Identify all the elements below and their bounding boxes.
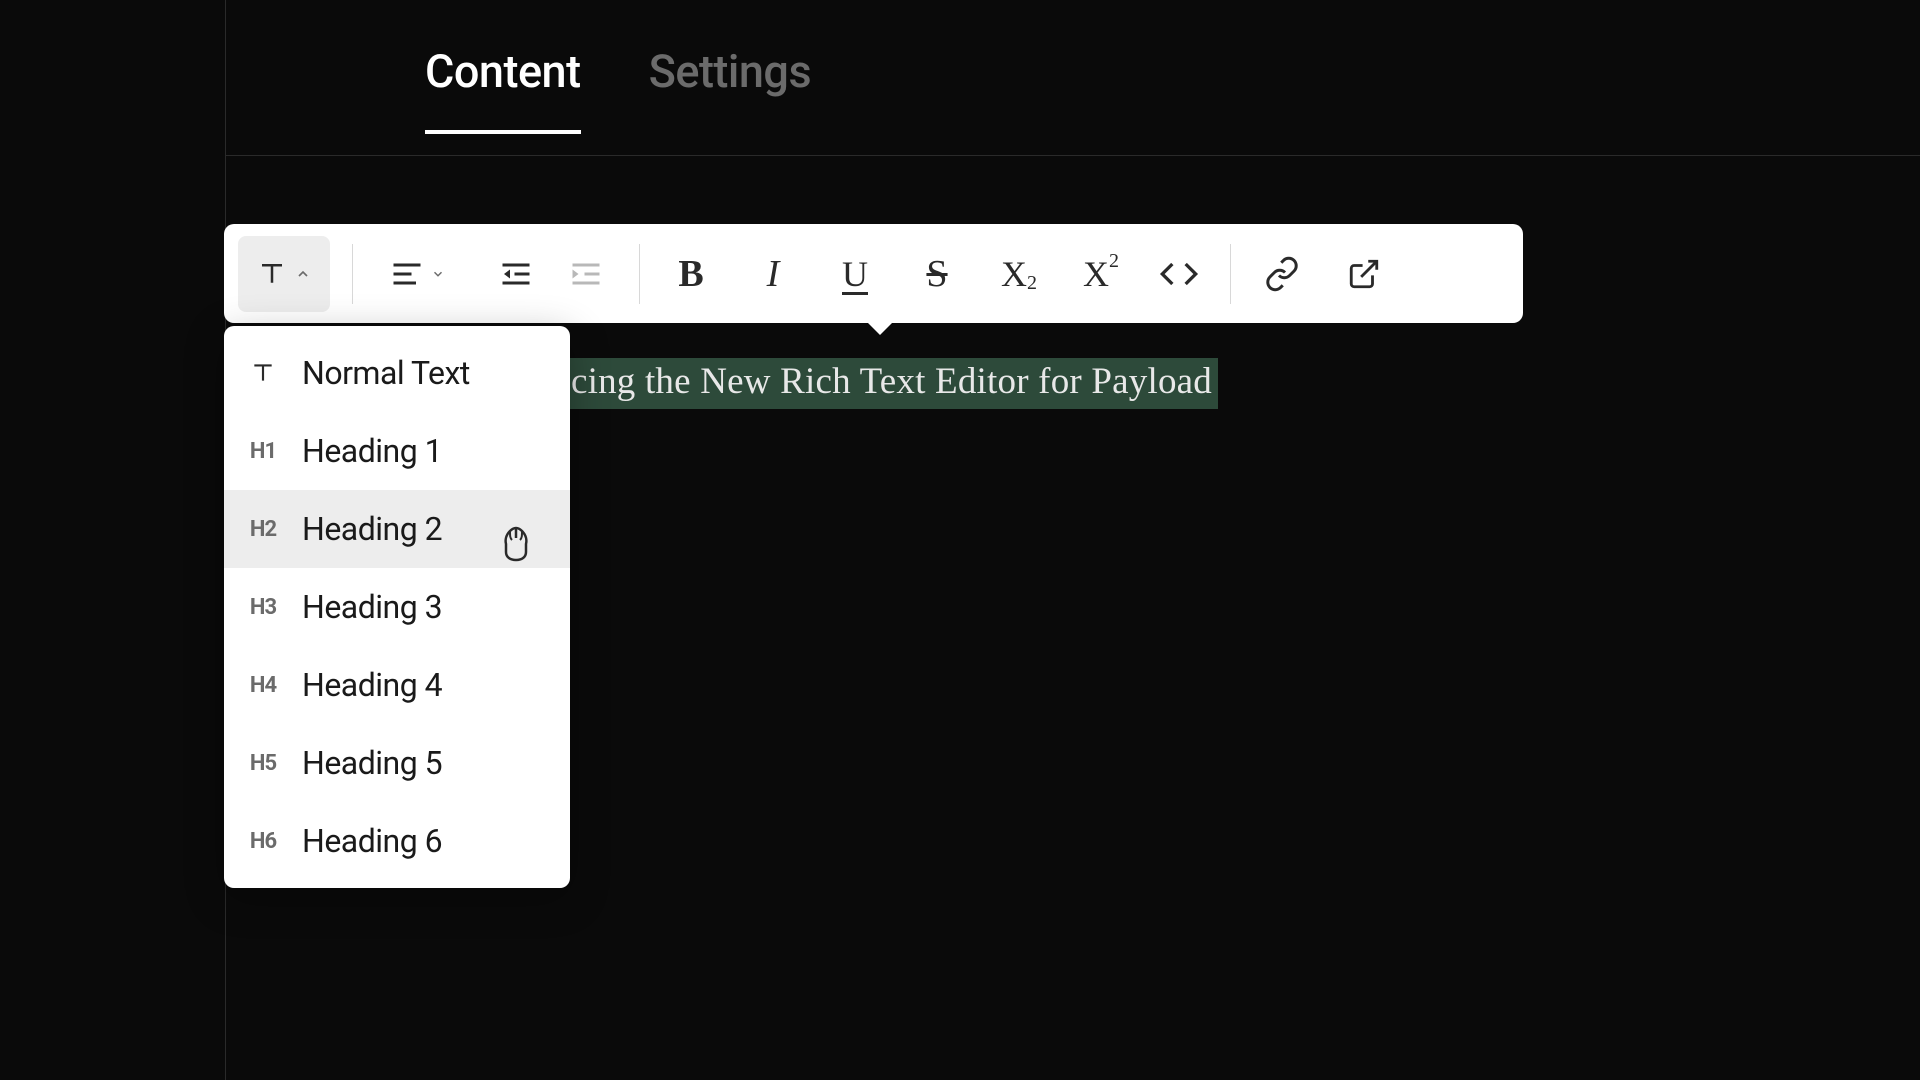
editor-selected-text[interactable]: cing the New Rich Text Editor for Payloa… <box>570 358 1218 409</box>
underline-button[interactable]: U <box>826 236 884 312</box>
chevron-down-icon <box>431 267 445 281</box>
formatting-toolbar: B I U S X2 X2 <box>224 224 1523 323</box>
h2-icon: H2 <box>246 517 280 542</box>
h5-icon: H5 <box>246 751 280 776</box>
outdent-icon <box>498 256 534 292</box>
h6-icon: H6 <box>246 829 280 854</box>
dropdown-item-heading-2[interactable]: H2 Heading 2 <box>224 490 570 568</box>
dropdown-item-label: Heading 2 <box>302 510 442 548</box>
dropdown-item-label: Heading 3 <box>302 588 442 626</box>
text-type-icon <box>257 259 287 289</box>
chevron-up-icon <box>295 266 311 282</box>
italic-button[interactable]: I <box>744 236 802 312</box>
dropdown-item-heading-6[interactable]: H6 Heading 6 <box>224 802 570 880</box>
align-left-icon <box>389 256 425 292</box>
tab-divider <box>225 155 1920 156</box>
superscript-icon: X2 <box>1083 253 1119 295</box>
link-icon <box>1264 256 1300 292</box>
dropdown-item-heading-1[interactable]: H1 Heading 1 <box>224 412 570 490</box>
dropdown-item-label: Heading 6 <box>302 822 442 860</box>
text-type-dropdown: Normal Text H1 Heading 1 H2 Heading 2 H3… <box>224 326 570 888</box>
strikethrough-icon: S <box>926 252 947 296</box>
superscript-button[interactable]: X2 <box>1072 236 1130 312</box>
text-type-dropdown-button[interactable] <box>238 236 330 312</box>
strikethrough-button[interactable]: S <box>908 236 966 312</box>
tab-content[interactable]: Content <box>425 45 581 134</box>
outdent-button[interactable] <box>485 236 547 312</box>
h3-icon: H3 <box>246 595 280 620</box>
underline-icon: U <box>842 253 868 295</box>
dropdown-item-label: Normal Text <box>302 354 470 392</box>
link-button[interactable] <box>1253 236 1311 312</box>
dropdown-item-label: Heading 1 <box>302 432 442 470</box>
toolbar-divider <box>352 244 353 304</box>
text-type-icon <box>246 360 280 386</box>
dropdown-item-label: Heading 4 <box>302 666 442 704</box>
italic-icon: I <box>767 252 780 296</box>
code-icon <box>1159 254 1199 294</box>
dropdown-item-heading-3[interactable]: H3 Heading 3 <box>224 568 570 646</box>
subscript-button[interactable]: X2 <box>990 236 1048 312</box>
toolbar-divider <box>1230 244 1231 304</box>
indent-icon <box>568 256 604 292</box>
subscript-icon: X2 <box>1001 253 1037 295</box>
dropdown-item-heading-5[interactable]: H5 Heading 5 <box>224 724 570 802</box>
dropdown-item-heading-4[interactable]: H4 Heading 4 <box>224 646 570 724</box>
dropdown-item-normal-text[interactable]: Normal Text <box>224 334 570 412</box>
indent-button[interactable] <box>555 236 617 312</box>
external-link-button[interactable] <box>1335 236 1393 312</box>
bold-button[interactable]: B <box>662 236 720 312</box>
bold-icon: B <box>678 252 703 296</box>
dropdown-item-label: Heading 5 <box>302 744 442 782</box>
h4-icon: H4 <box>246 673 280 698</box>
tabs-container: Content Settings <box>425 45 811 134</box>
external-link-icon <box>1347 257 1381 291</box>
code-button[interactable] <box>1150 236 1208 312</box>
h1-icon: H1 <box>246 439 280 464</box>
tab-settings[interactable]: Settings <box>649 45 812 134</box>
toolbar-divider <box>639 244 640 304</box>
text-align-button[interactable] <box>375 236 459 312</box>
